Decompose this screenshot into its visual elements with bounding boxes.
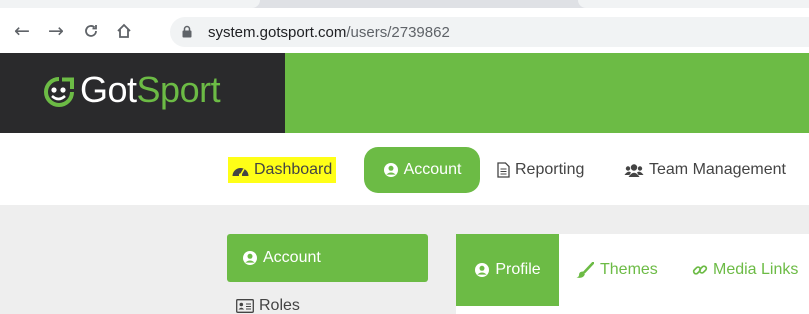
nav-reporting[interactable]: Reporting [497, 147, 584, 193]
tab-themes[interactable]: Themes [576, 234, 658, 306]
tab-profile-label: Profile [495, 261, 541, 278]
top-nav: Dashboard Account Reporting Team Managem… [0, 133, 809, 205]
file-text-icon [497, 162, 510, 178]
nav-reporting-label: Reporting [515, 161, 585, 178]
browser-tab[interactable] [578, 0, 809, 8]
logo[interactable]: GotSport [0, 53, 285, 133]
browser-tab[interactable] [0, 0, 260, 8]
tachometer-icon [232, 164, 249, 177]
id-card-icon [236, 299, 254, 313]
url-text: system.gotsport.com/users/2739862 [208, 24, 450, 41]
user-circle-icon [242, 250, 258, 266]
tab-themes-label: Themes [600, 261, 658, 278]
logo-got: Got [80, 69, 137, 110]
nav-dashboard-label: Dashboard [254, 161, 333, 178]
browser-tab-strip [0, 0, 809, 8]
reload-icon[interactable] [80, 20, 102, 42]
logo-wordmark: GotSport [80, 69, 221, 111]
account-tabs: Profile Themes Media Links [456, 234, 809, 314]
sidebar-item-account[interactable]: Account [227, 234, 428, 282]
content-area: Account Roles Profile Themes Media Links [0, 205, 809, 314]
logo-sport: Sport [136, 69, 221, 110]
home-icon[interactable] [113, 20, 135, 42]
user-circle-icon [383, 162, 399, 178]
address-bar[interactable]: system.gotsport.com/users/2739862 [170, 17, 809, 47]
sidebar-item-roles-label: Roles [259, 297, 300, 314]
nav-account-label: Account [403, 161, 462, 178]
nav-team-management[interactable]: Team Management [624, 147, 786, 193]
gotsport-logo-icon [44, 77, 74, 107]
tab-media-links-label: Media Links [713, 261, 799, 278]
nav-dashboard[interactable]: Dashboard [228, 157, 337, 183]
arrow-right-icon[interactable]: → [45, 20, 67, 42]
paint-brush-icon [576, 262, 594, 278]
tab-media-links[interactable]: Media Links [692, 234, 798, 306]
site-header: GotSport [0, 53, 809, 133]
user-circle-icon [474, 262, 490, 278]
browser-toolbar: ← → system.gotsport.com/users/2739862 [0, 8, 809, 53]
url-host: system.gotsport.com [208, 24, 347, 41]
tab-profile[interactable]: Profile [456, 234, 559, 306]
nav-account[interactable]: Account [364, 147, 480, 193]
sidebar-item-roles[interactable]: Roles [236, 297, 300, 314]
nav-team-management-label: Team Management [649, 161, 786, 178]
users-icon [624, 163, 644, 178]
arrow-left-icon[interactable]: ← [11, 20, 33, 42]
url-path: /users/2739862 [346, 24, 450, 41]
sidebar-item-account-label: Account [263, 249, 321, 266]
lock-icon [182, 25, 192, 38]
link-icon [692, 262, 708, 278]
